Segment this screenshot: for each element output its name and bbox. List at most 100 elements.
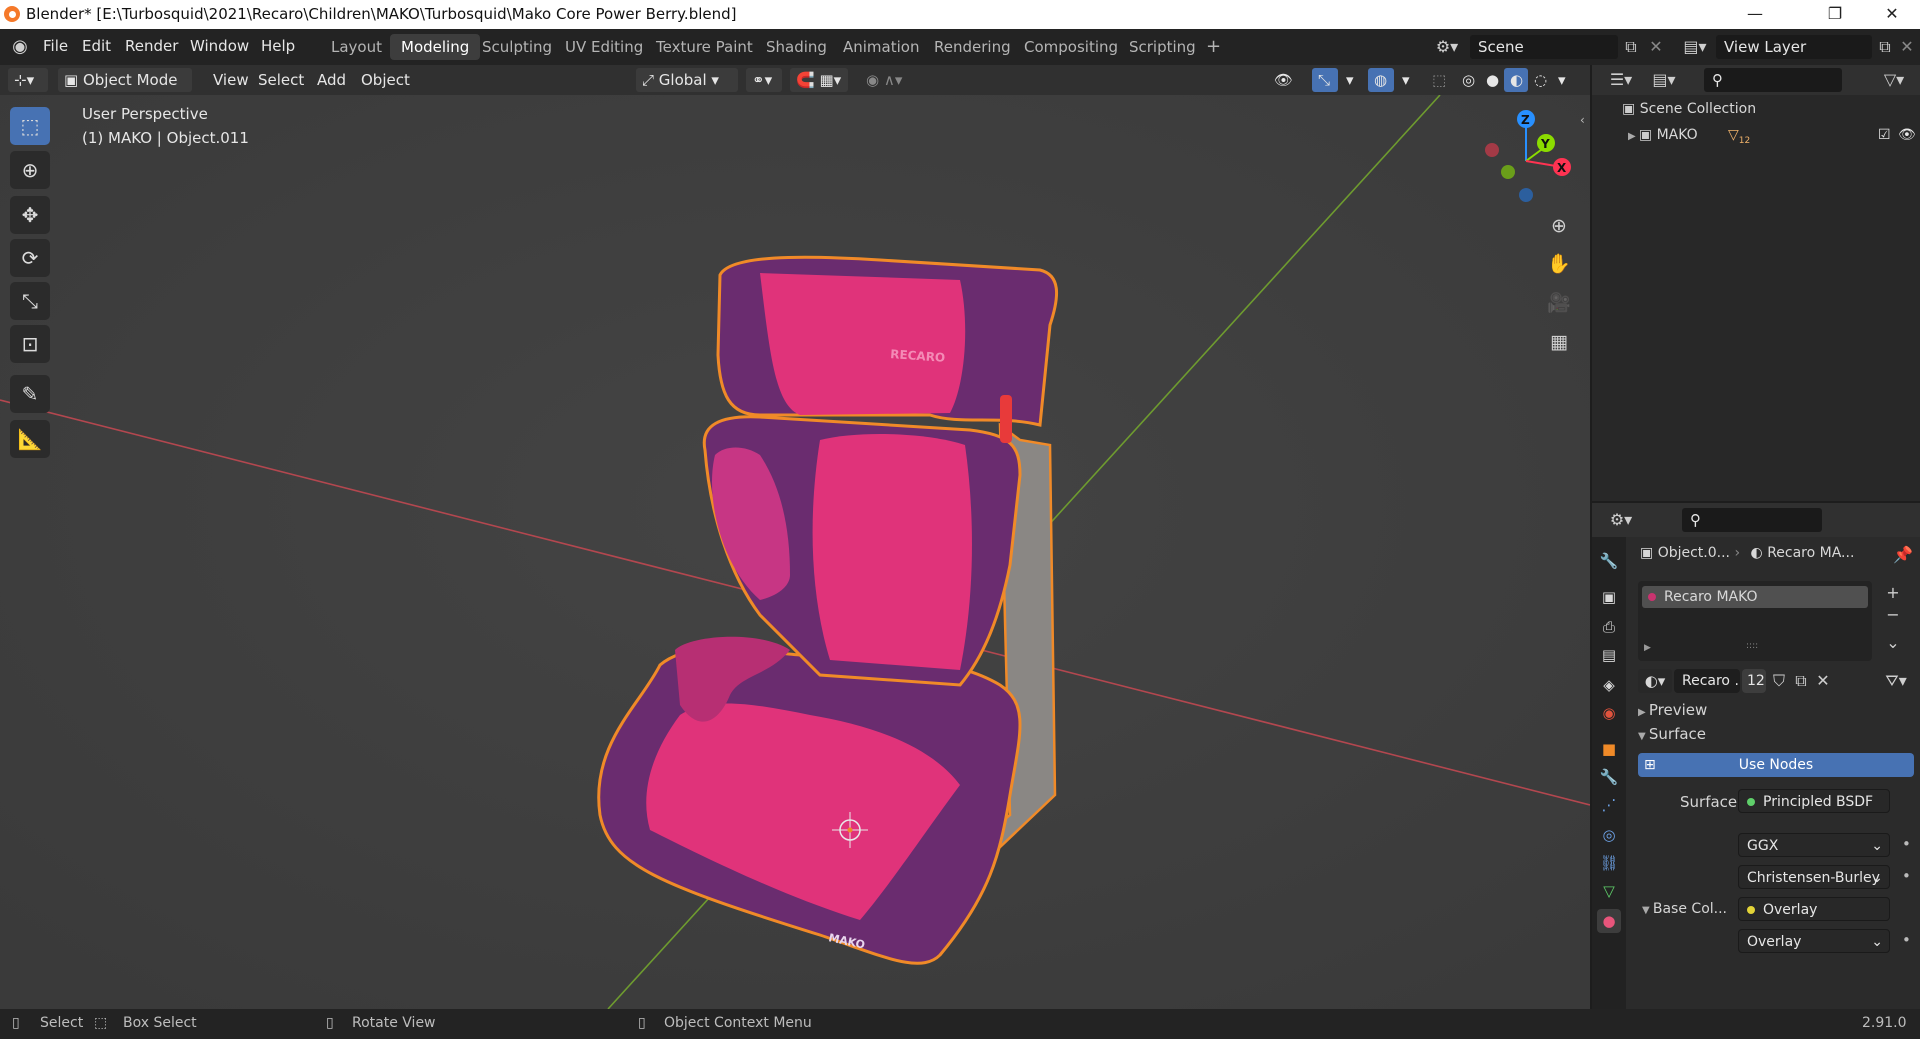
xray-toggle[interactable]: ⬚: [1426, 68, 1450, 92]
outliner-editor-type-icon[interactable]: ☰▾: [1604, 68, 1638, 92]
3d-viewport[interactable]: RECARO MAKO Z Y X User Perspective (1) M…: [0, 95, 1590, 1009]
tab-scripting[interactable]: Scripting: [1118, 34, 1207, 60]
material-browse-button[interactable]: ◐▾: [1638, 669, 1672, 693]
pan-hand-icon[interactable]: ✋: [1542, 247, 1576, 281]
tab-sculpting[interactable]: Sculpting: [471, 34, 563, 60]
duplicate-material-icon[interactable]: ⧉: [1790, 669, 1812, 693]
menu-select[interactable]: Select: [252, 68, 310, 92]
new-scene-icon[interactable]: ⧉: [1620, 35, 1642, 59]
cursor-tool[interactable]: ⊕: [10, 151, 50, 189]
pivot-point-dropdown[interactable]: ⚭▾: [746, 68, 782, 92]
tab-modeling[interactable]: Modeling: [390, 34, 481, 60]
object-tab-icon[interactable]: ■: [1597, 737, 1621, 761]
output-tab-icon[interactable]: ⎙: [1597, 615, 1621, 639]
mode-selector[interactable]: ▣ Object Mode ▾: [58, 68, 192, 113]
snapping-toggle[interactable]: 🧲 ▦▾: [790, 68, 848, 92]
sidebar-toggle-chevron-icon[interactable]: ‹: [1580, 113, 1585, 127]
menu-render[interactable]: Render: [125, 37, 178, 55]
expand-chevron-icon[interactable]: ▶: [1628, 131, 1639, 142]
data-tab-icon[interactable]: ▽: [1597, 879, 1621, 903]
properties-editor-type-icon[interactable]: ⚙▾: [1604, 508, 1638, 532]
add-workspace-button[interactable]: +: [1195, 34, 1232, 60]
menu-object[interactable]: Object: [355, 68, 416, 92]
visibility-dropdown[interactable]: 👁▾: [1268, 68, 1306, 113]
transform-tool[interactable]: ⊡: [10, 325, 50, 363]
select-box-tool[interactable]: ⬚: [10, 107, 50, 145]
wireframe-shading-button[interactable]: ◎: [1456, 68, 1480, 92]
use-nodes-button[interactable]: ⊞ Use Nodes: [1638, 753, 1914, 777]
overlay-toggle[interactable]: ◍: [1368, 68, 1394, 92]
menu-file[interactable]: File: [43, 37, 68, 55]
expand-chevron-icon[interactable]: ▶: [1644, 643, 1651, 653]
exclude-checkbox[interactable]: ☑: [1878, 127, 1891, 143]
link-dropdown-icon[interactable]: ⛛▾: [1878, 669, 1914, 693]
delete-view-layer-icon[interactable]: ✕: [1896, 35, 1918, 59]
gizmo-toggle[interactable]: ⤡: [1312, 68, 1338, 92]
preview-panel-header[interactable]: ▶ Preview: [1638, 701, 1707, 719]
subsurface-method-dropdown[interactable]: Christensen-Burley ⌄: [1738, 865, 1890, 889]
base-color-input[interactable]: Overlay: [1738, 897, 1890, 921]
render-tab-icon[interactable]: ▣: [1597, 585, 1621, 609]
delete-scene-icon[interactable]: ✕: [1645, 35, 1667, 59]
surface-panel-header[interactable]: ▼ Surface: [1638, 725, 1706, 743]
constraints-tab-icon[interactable]: ⛓: [1597, 851, 1621, 875]
perspective-grid-icon[interactable]: ▦: [1542, 325, 1576, 359]
menu-window[interactable]: Window: [190, 37, 249, 55]
scene-name-field[interactable]: Scene: [1470, 35, 1618, 59]
editor-type-button[interactable]: ⊹▾: [8, 68, 48, 92]
base-color-row[interactable]: ▼ Base Col...: [1642, 901, 1727, 917]
blender-menu-icon[interactable]: ◉: [6, 35, 34, 59]
particles-tab-icon[interactable]: ⋰: [1597, 793, 1621, 817]
remove-slot-button[interactable]: −: [1882, 603, 1904, 627]
menu-add[interactable]: Add: [311, 68, 352, 92]
view-layer-field[interactable]: View Layer: [1716, 35, 1872, 59]
material-slot-list[interactable]: Recaro MAKO ▶ ::::: [1638, 581, 1872, 661]
scale-tool[interactable]: ⤡: [10, 282, 50, 320]
world-tab-icon[interactable]: ◉: [1597, 701, 1621, 725]
rotate-tool[interactable]: ⟳: [10, 239, 50, 277]
tab-compositing[interactable]: Compositing: [1013, 34, 1129, 60]
filter-icon[interactable]: ▽▾: [1876, 68, 1912, 92]
overlay-dropdown[interactable]: ▾: [1396, 68, 1414, 92]
material-name-field[interactable]: Recaro ...: [1674, 669, 1740, 693]
pin-icon[interactable]: 📌: [1892, 543, 1914, 567]
view-layer-selector-icon[interactable]: ▤▾: [1678, 35, 1712, 59]
material-preview-shading-button[interactable]: ◐: [1504, 68, 1528, 92]
scene-collection-row[interactable]: ▣ Scene Collection: [1622, 101, 1756, 117]
fake-user-shield-icon[interactable]: ⛉: [1768, 669, 1790, 693]
zoom-icon[interactable]: ⊕: [1542, 209, 1576, 243]
unlink-material-icon[interactable]: ✕: [1812, 669, 1834, 693]
display-mode-icon[interactable]: ▤▾: [1644, 68, 1684, 92]
collection-row-mako[interactable]: ▶ ▣ MAKO ▽12 ☑ 👁: [1628, 127, 1920, 151]
physics-tab-icon[interactable]: ◎: [1597, 823, 1621, 847]
annotate-tool[interactable]: ✎: [10, 375, 50, 413]
modifier-tab-icon[interactable]: 🔧: [1597, 765, 1621, 789]
menu-help[interactable]: Help: [261, 37, 295, 55]
distribution-dropdown[interactable]: GGX ⌄: [1738, 833, 1890, 857]
transform-orientation-dropdown[interactable]: ⤢ Global ▾: [636, 68, 738, 92]
outliner-search-input[interactable]: ⚲: [1704, 68, 1842, 92]
blend-type-dropdown[interactable]: Overlay ⌄: [1738, 929, 1890, 953]
properties-search-input[interactable]: ⚲: [1682, 508, 1822, 532]
minimize-button[interactable]: —: [1735, 2, 1775, 26]
new-view-layer-icon[interactable]: ⧉: [1874, 35, 1896, 59]
menu-view[interactable]: View: [207, 68, 255, 92]
visibility-eye-icon[interactable]: 👁: [1898, 127, 1916, 143]
user-count-badge[interactable]: 12: [1742, 669, 1766, 693]
menu-edit[interactable]: Edit: [82, 37, 111, 55]
scene-tab-icon[interactable]: ◈: [1597, 673, 1621, 697]
slot-specials-button[interactable]: ⌄: [1882, 631, 1904, 655]
move-tool[interactable]: ✥: [10, 196, 50, 234]
material-slot-row[interactable]: Recaro MAKO: [1642, 586, 1868, 608]
shading-dropdown[interactable]: ▾: [1552, 68, 1572, 92]
view-layer-tab-icon[interactable]: ▤: [1597, 643, 1621, 667]
tab-rendering[interactable]: Rendering: [923, 34, 1022, 60]
solid-shading-button[interactable]: ●: [1480, 68, 1504, 92]
tab-uv-editing[interactable]: UV Editing: [554, 34, 654, 60]
tab-layout[interactable]: Layout: [320, 34, 393, 60]
surface-shader-field[interactable]: Principled BSDF: [1738, 789, 1890, 813]
resize-handle-icon[interactable]: ::::: [1746, 641, 1758, 651]
proportional-editing-toggle[interactable]: ◉ ∧▾: [860, 68, 916, 92]
add-slot-button[interactable]: +: [1882, 581, 1904, 605]
rendered-shading-button[interactable]: ◌: [1528, 68, 1552, 92]
